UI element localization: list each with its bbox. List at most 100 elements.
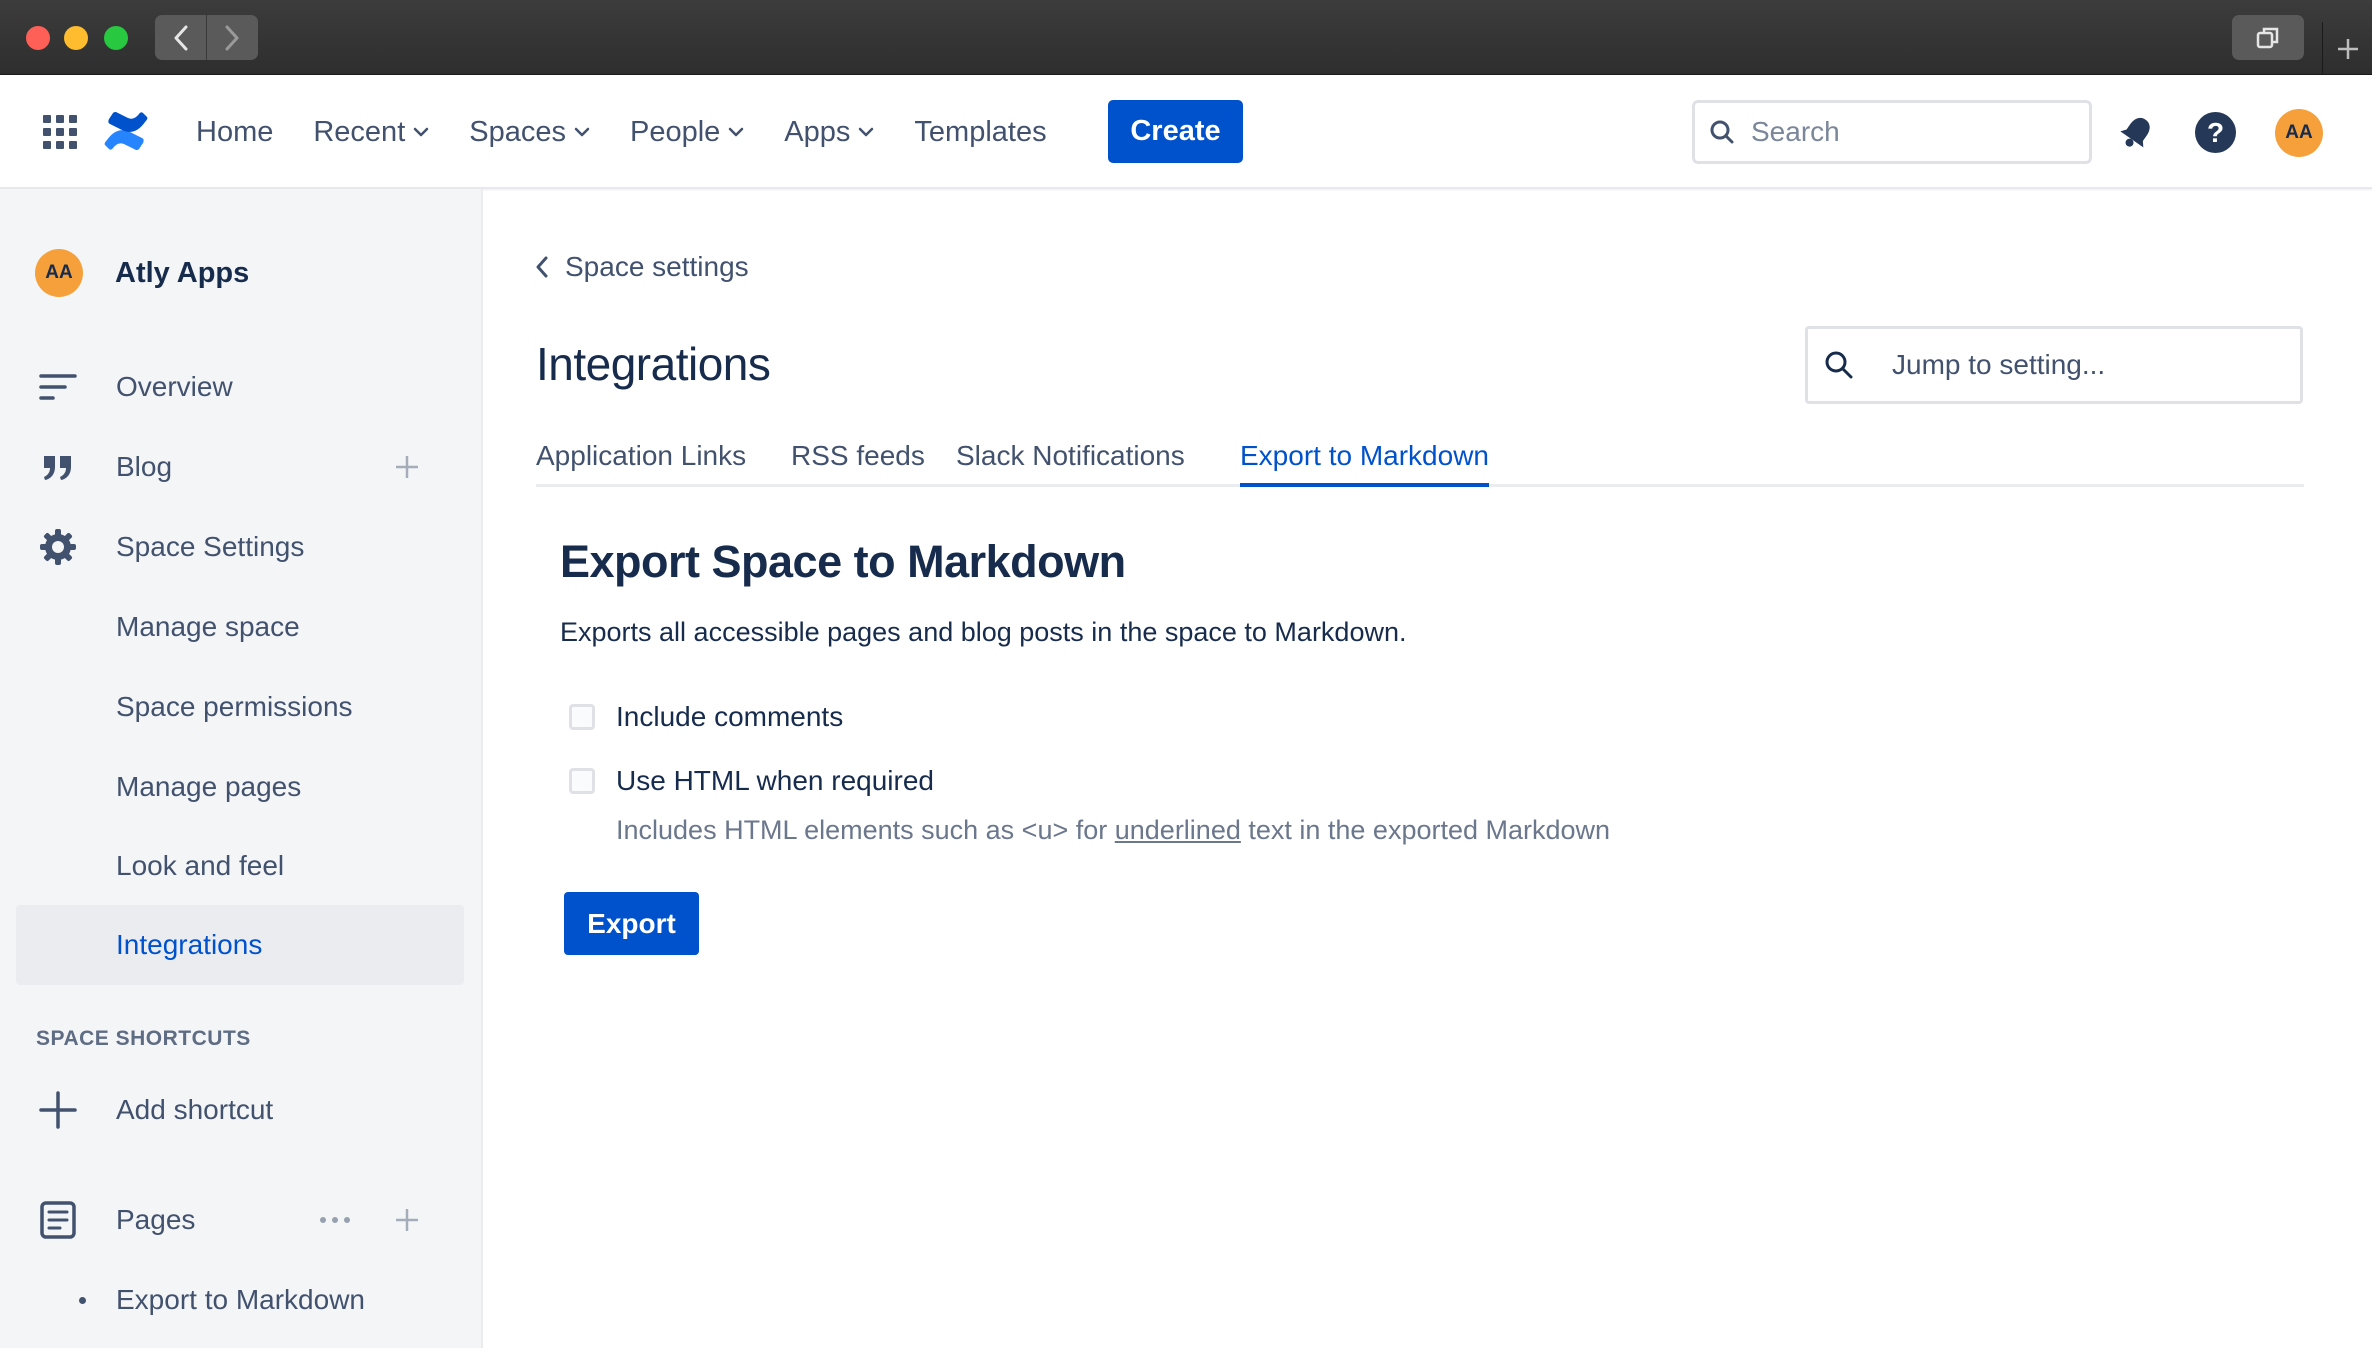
tab-rss-feeds[interactable]: RSS feeds (791, 434, 925, 487)
top-navigation: Home Recent Spaces People Apps Templates Crea… (0, 75, 2372, 189)
tab-overview-button[interactable] (2232, 15, 2304, 60)
new-tab-button[interactable] (2322, 22, 2372, 75)
add-blog-plus-icon[interactable] (392, 452, 422, 482)
chevron-left-icon (536, 256, 548, 278)
history-nav (155, 15, 258, 60)
page-tree-label: Export to Markdown (116, 1284, 365, 1315)
jump-to-setting-input[interactable] (1892, 349, 2272, 381)
search-input[interactable] (1751, 116, 2051, 148)
include-comments-option[interactable]: Include comments (569, 701, 843, 733)
space-sidebar: AA Atly Apps Overview Blog Space Setting… (0, 189, 483, 1348)
add-page-plus-icon[interactable] (392, 1205, 422, 1235)
sidebar-item-label: Integrations (116, 929, 263, 960)
sidebar-item-space-settings[interactable]: Space Settings (0, 517, 483, 577)
nav-link-label: Recent (313, 115, 406, 148)
confluence-logo-icon[interactable] (104, 111, 148, 156)
tabs-icon (2256, 27, 2279, 48)
breadcrumb[interactable]: Space settings (535, 251, 749, 283)
chevron-down-icon (414, 127, 429, 137)
primary-nav: Home Recent Spaces People Apps Templates (196, 75, 1087, 189)
nav-link-label: People (629, 115, 721, 148)
sidebar-item-look-and-feel[interactable]: Look and feel (0, 836, 483, 896)
window-titlebar (0, 0, 2372, 75)
nav-link-label: Apps (784, 115, 851, 148)
use-html-label: Use HTML when required (616, 765, 934, 796)
chevron-down-icon (729, 127, 744, 137)
include-comments-label: Include comments (616, 701, 844, 732)
nav-link-templates[interactable]: Templates (914, 116, 1046, 149)
section-title: Export Space to Markdown (560, 536, 1126, 587)
nav-link-home[interactable]: Home (196, 116, 273, 149)
page-icon (38, 1201, 78, 1239)
sidebar-item-space-permissions[interactable]: Space permissions (0, 677, 483, 737)
forward-button[interactable] (206, 15, 257, 60)
export-button[interactable]: Export (564, 892, 699, 955)
jump-to-setting-field[interactable] (1805, 326, 2303, 404)
plus-icon (38, 1091, 78, 1129)
search-icon (1710, 120, 1734, 144)
sidebar-item-blog[interactable]: Blog (0, 437, 483, 497)
nav-link-apps[interactable]: Apps (784, 116, 874, 149)
section-description: Exports all accessible pages and blog po… (560, 617, 1407, 647)
chevron-left-icon (174, 25, 187, 50)
minimize-window-button[interactable] (64, 26, 88, 50)
sidebar-item-label: Space permissions (116, 691, 353, 722)
nav-link-label: Templates (914, 115, 1047, 148)
space-shortcuts-heading: SPACE SHORTCUTS (36, 1027, 251, 1050)
search-icon (1825, 351, 1853, 379)
sidebar-item-label: Manage space (116, 611, 300, 642)
global-search[interactable] (1692, 100, 2092, 164)
use-html-help-text: Includes HTML elements such as <u> for u… (616, 815, 1610, 846)
integrations-tabs: Application Links RSS feeds Slack Notifi… (536, 434, 2304, 487)
main-content: Space settings Integrations Application … (485, 189, 2372, 1348)
app-switcher-icon[interactable] (43, 115, 77, 149)
help-text-underlined: underlined (1114, 815, 1241, 845)
maximize-window-button[interactable] (104, 26, 128, 50)
create-button[interactable]: Create (1108, 100, 1243, 163)
plus-icon (2337, 38, 2358, 59)
help-text-part: text in the exported Markdown (1240, 815, 1611, 845)
nav-link-people[interactable]: People (630, 116, 744, 149)
sidebar-item-label: Space Settings (116, 531, 305, 562)
use-html-option[interactable]: Use HTML when required (569, 765, 934, 797)
sidebar-item-label: Look and feel (116, 850, 285, 881)
add-shortcut-item[interactable]: Add shortcut (0, 1080, 483, 1140)
more-actions-icon[interactable] (320, 1217, 350, 1223)
chevron-down-icon (859, 127, 874, 137)
tab-export-to-markdown[interactable]: Export to Markdown (1240, 434, 1489, 487)
include-comments-checkbox[interactable] (569, 704, 595, 730)
notifications-bell-icon[interactable] (2118, 113, 2156, 156)
page-title: Integrations (536, 338, 771, 390)
close-window-button[interactable] (26, 26, 50, 50)
space-header[interactable]: AA Atly Apps (35, 249, 249, 297)
tab-slack-notifications[interactable]: Slack Notifications (956, 434, 1185, 487)
use-html-checkbox[interactable] (569, 768, 595, 794)
overview-lines-icon (38, 369, 78, 405)
sidebar-item-label: Add shortcut (116, 1094, 274, 1125)
page-tree-item[interactable]: Export to Markdown (0, 1270, 483, 1330)
quote-icon (38, 449, 78, 485)
nav-link-recent[interactable]: Recent (313, 116, 429, 149)
nav-link-spaces[interactable]: Spaces (469, 116, 590, 149)
sidebar-item-label: Overview (116, 371, 233, 402)
space-name: Atly Apps (115, 256, 250, 289)
nav-link-label: Spaces (469, 115, 566, 148)
tree-bullet-icon (79, 1296, 86, 1304)
user-avatar[interactable]: AA (2275, 109, 2323, 157)
back-button[interactable] (155, 15, 206, 60)
sidebar-item-integrations[interactable]: Integrations (0, 915, 483, 975)
nav-link-label: Home (196, 115, 274, 148)
tab-application-links[interactable]: Application Links (536, 434, 746, 487)
sidebar-item-overview[interactable]: Overview (0, 357, 483, 417)
sidebar-item-label: Manage pages (116, 771, 302, 802)
chevron-down-icon (574, 127, 590, 137)
help-icon[interactable]: ? (2195, 112, 2236, 153)
gear-icon (38, 529, 78, 565)
sidebar-item-label: Pages (116, 1204, 196, 1235)
chevron-right-icon (225, 25, 239, 50)
sidebar-item-label: Blog (116, 451, 173, 482)
sidebar-item-manage-pages[interactable]: Manage pages (0, 757, 483, 817)
sidebar-item-manage-space[interactable]: Manage space (0, 597, 483, 657)
sidebar-item-pages[interactable]: Pages (0, 1190, 483, 1250)
space-avatar: AA (35, 249, 83, 297)
